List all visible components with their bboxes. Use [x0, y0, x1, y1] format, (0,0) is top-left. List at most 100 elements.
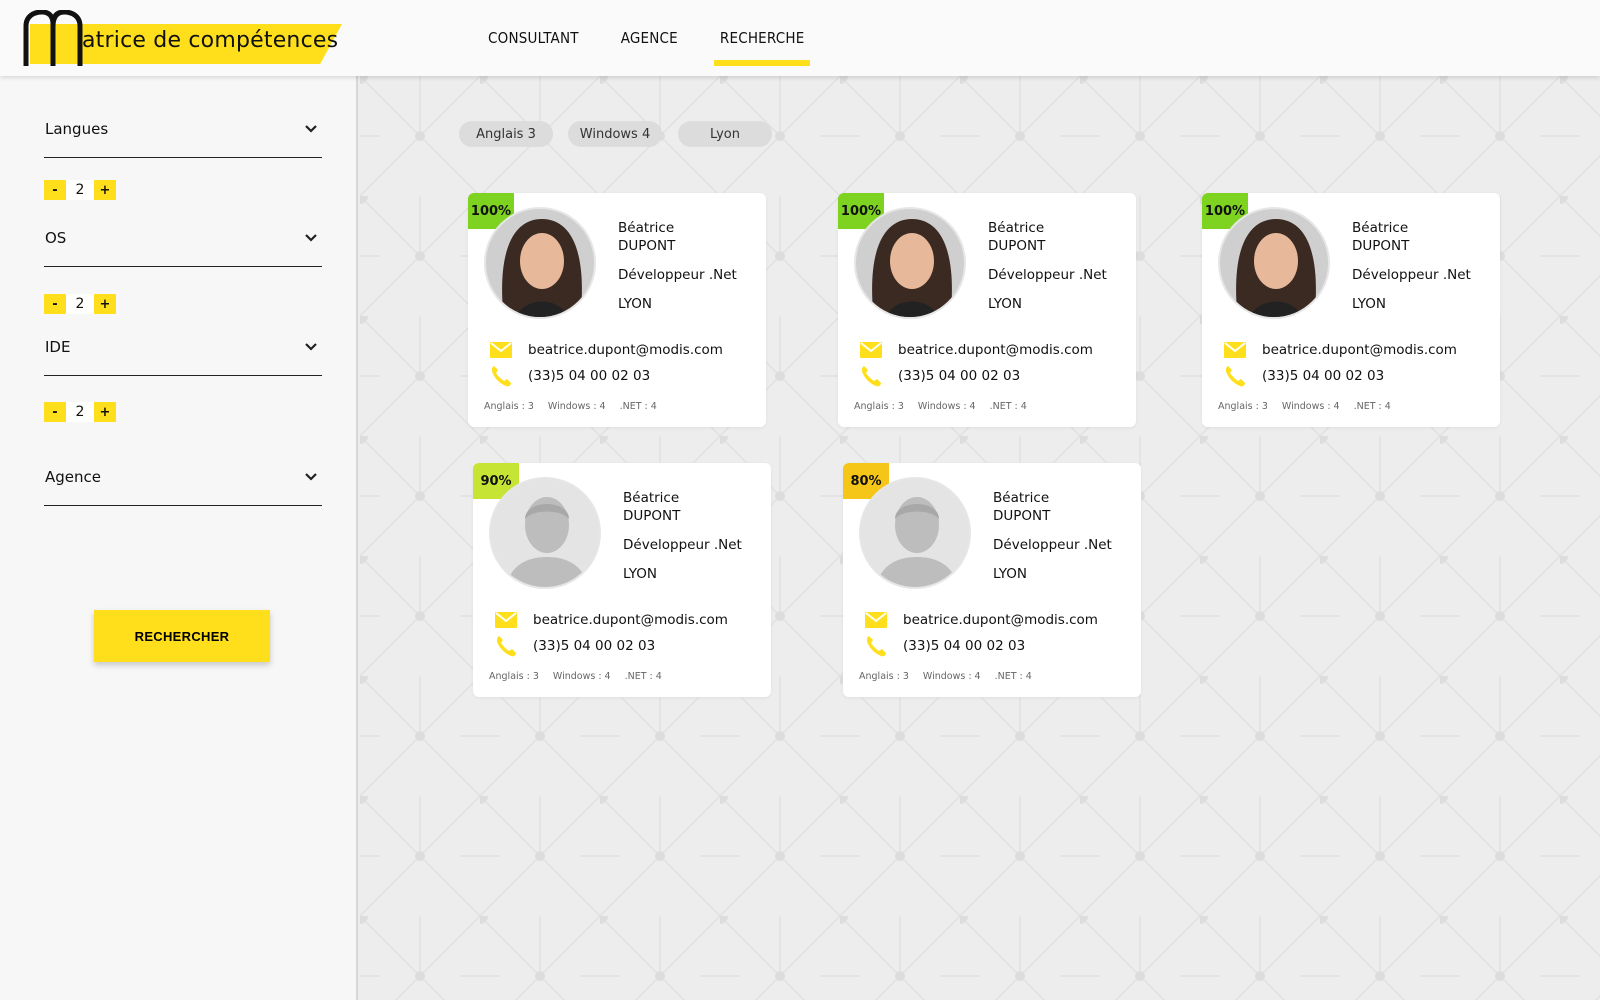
last-name: DUPONT	[988, 238, 1046, 254]
filter-label: OS	[45, 229, 67, 247]
skill-tag: .NET : 4	[1353, 401, 1391, 412]
consultant-card[interactable]: 90% Béatrice DUPONT Développeur .Net LYO…	[473, 463, 771, 697]
mail-icon	[865, 612, 887, 628]
nav-recherche[interactable]: RECHERCHE	[712, 0, 813, 76]
skills-summary: Anglais : 3 Windows : 4 .NET : 4	[484, 401, 657, 412]
avatar	[489, 477, 601, 589]
chevron-down-icon	[305, 343, 317, 351]
skill-tag: Windows : 4	[922, 671, 981, 682]
logo-m-icon	[23, 10, 83, 66]
phone-link[interactable]: (33)5 04 00 02 03	[898, 368, 1020, 384]
first-name: Béatrice	[623, 490, 680, 506]
chevron-down-icon	[305, 234, 317, 242]
consultant-info: Béatrice DUPONT Développeur .Net LYON	[993, 489, 1112, 583]
phone-link[interactable]: (33)5 04 00 02 03	[528, 368, 650, 384]
email-link[interactable]: beatrice.dupont@modis.com	[903, 612, 1098, 628]
stepper-value: 2	[66, 180, 94, 200]
avatar	[1218, 207, 1330, 319]
email-link[interactable]: beatrice.dupont@modis.com	[528, 342, 723, 358]
filter-label: IDE	[45, 338, 71, 356]
filter-os-select[interactable]: OS	[44, 219, 322, 267]
skills-summary: Anglais : 3 Windows : 4 .NET : 4	[854, 401, 1027, 412]
consultant-info: Béatrice DUPONT Développeur .Net LYON	[988, 219, 1107, 313]
city: LYON	[623, 566, 657, 582]
city: LYON	[993, 566, 1027, 582]
person-photo-icon	[1220, 209, 1328, 317]
contact-block: beatrice.dupont@modis.com (33)5 04 00 02…	[490, 337, 723, 389]
phone-link[interactable]: (33)5 04 00 02 03	[533, 638, 655, 654]
decrement-button[interactable]: -	[44, 402, 66, 422]
increment-button[interactable]: +	[94, 180, 116, 200]
person-photo-icon	[856, 209, 964, 317]
consultant-card[interactable]: 100% Béatrice DUPONT Développeur .Net LY…	[838, 193, 1136, 427]
results-area: Anglais 3 Windows 4 Lyon 100% Béatrice D…	[360, 76, 1600, 1000]
logo-text: atrice de compétences	[82, 28, 339, 53]
skill-tag: Anglais : 3	[854, 401, 904, 412]
filter-langues-select[interactable]: Langues	[44, 110, 322, 158]
skill-tag: .NET : 4	[619, 401, 657, 412]
phone-icon	[491, 366, 511, 387]
chevron-down-icon	[305, 473, 317, 481]
phone-icon	[866, 636, 886, 657]
stepper-value: 2	[66, 294, 94, 314]
last-name: DUPONT	[1352, 238, 1410, 254]
placeholder-avatar-icon	[491, 479, 599, 587]
avatar	[854, 207, 966, 319]
city: LYON	[988, 296, 1022, 312]
first-name: Béatrice	[988, 220, 1045, 236]
filter-chip[interactable]: Windows 4	[568, 121, 662, 147]
app-logo[interactable]: atrice de compétences	[22, 10, 342, 66]
city: LYON	[1352, 296, 1386, 312]
increment-button[interactable]: +	[94, 294, 116, 314]
filter-ide-select[interactable]: IDE	[44, 328, 322, 376]
phone-link[interactable]: (33)5 04 00 02 03	[1262, 368, 1384, 384]
consultant-card[interactable]: 100% Béatrice DUPONT Développeur .Net LY…	[468, 193, 766, 427]
contact-block: beatrice.dupont@modis.com (33)5 04 00 02…	[865, 607, 1098, 659]
increment-button[interactable]: +	[94, 402, 116, 422]
last-name: DUPONT	[623, 508, 681, 524]
consultant-card[interactable]: 100% Béatrice DUPONT Développeur .Net LY…	[1202, 193, 1500, 427]
skill-tag: Windows : 4	[1281, 401, 1340, 412]
placeholder-avatar-icon	[861, 479, 969, 587]
filter-label: Langues	[45, 120, 109, 138]
last-name: DUPONT	[618, 238, 676, 254]
ide-stepper: - 2 +	[44, 402, 116, 422]
mail-icon	[495, 612, 517, 628]
avatar	[859, 477, 971, 589]
contact-block: beatrice.dupont@modis.com (33)5 04 00 02…	[1224, 337, 1457, 389]
skill-tag: .NET : 4	[994, 671, 1032, 682]
skill-tag: .NET : 4	[989, 401, 1027, 412]
main-nav: CONSULTANT AGENCE RECHERCHE	[480, 0, 838, 76]
phone-icon	[861, 366, 881, 387]
skill-tag: Anglais : 3	[489, 671, 539, 682]
nav-agence[interactable]: AGENCE	[613, 0, 686, 76]
phone-link[interactable]: (33)5 04 00 02 03	[903, 638, 1025, 654]
langues-stepper: - 2 +	[44, 180, 116, 200]
decrement-button[interactable]: -	[44, 294, 66, 314]
skill-tag: Windows : 4	[547, 401, 606, 412]
person-photo-icon	[486, 209, 594, 317]
avatar	[484, 207, 596, 319]
job-title: Développeur .Net	[623, 537, 742, 553]
stepper-value: 2	[66, 402, 94, 422]
filter-agence-select[interactable]: Agence	[44, 458, 322, 506]
os-stepper: - 2 +	[44, 294, 116, 314]
skill-tag: Anglais : 3	[1218, 401, 1268, 412]
skill-tag: Anglais : 3	[484, 401, 534, 412]
email-link[interactable]: beatrice.dupont@modis.com	[533, 612, 728, 628]
decrement-button[interactable]: -	[44, 180, 66, 200]
last-name: DUPONT	[993, 508, 1051, 524]
mail-icon	[490, 342, 512, 358]
nav-consultant[interactable]: CONSULTANT	[480, 0, 587, 76]
first-name: Béatrice	[993, 490, 1050, 506]
filter-chip[interactable]: Lyon	[678, 121, 772, 147]
first-name: Béatrice	[1352, 220, 1409, 236]
consultant-card[interactable]: 80% Béatrice DUPONT Développeur .Net LYO…	[843, 463, 1141, 697]
email-link[interactable]: beatrice.dupont@modis.com	[898, 342, 1093, 358]
email-link[interactable]: beatrice.dupont@modis.com	[1262, 342, 1457, 358]
skill-tag: Windows : 4	[917, 401, 976, 412]
filter-chip[interactable]: Anglais 3	[459, 121, 553, 147]
first-name: Béatrice	[618, 220, 675, 236]
search-button[interactable]: RECHERCHER	[94, 610, 270, 662]
skill-tag: Anglais : 3	[859, 671, 909, 682]
